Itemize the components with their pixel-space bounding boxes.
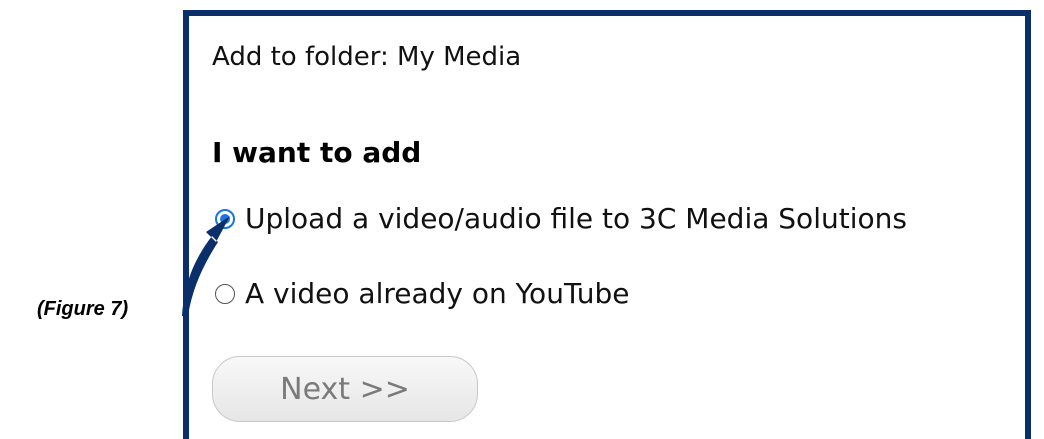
screenshot-stage: (Figure 7) Add to folder: My Media I wan… [0, 0, 1044, 439]
option-upload-file-label: Upload a video/audio file to 3C Media So… [245, 202, 907, 235]
option-youtube-video-label: A video already on YouTube [245, 277, 630, 310]
add-media-dialog: Add to folder: My Media I want to add Up… [183, 10, 1031, 439]
option-youtube-video[interactable]: A video already on YouTube [215, 277, 630, 310]
section-heading: I want to add [212, 136, 422, 169]
figure-caption: (Figure 7) [37, 298, 129, 320]
folder-label: Add to folder: My Media [212, 42, 522, 72]
next-button[interactable]: Next >> [212, 356, 478, 422]
option-upload-file[interactable]: Upload a video/audio file to 3C Media So… [215, 202, 907, 235]
pointer-arrow-icon [182, 216, 230, 316]
